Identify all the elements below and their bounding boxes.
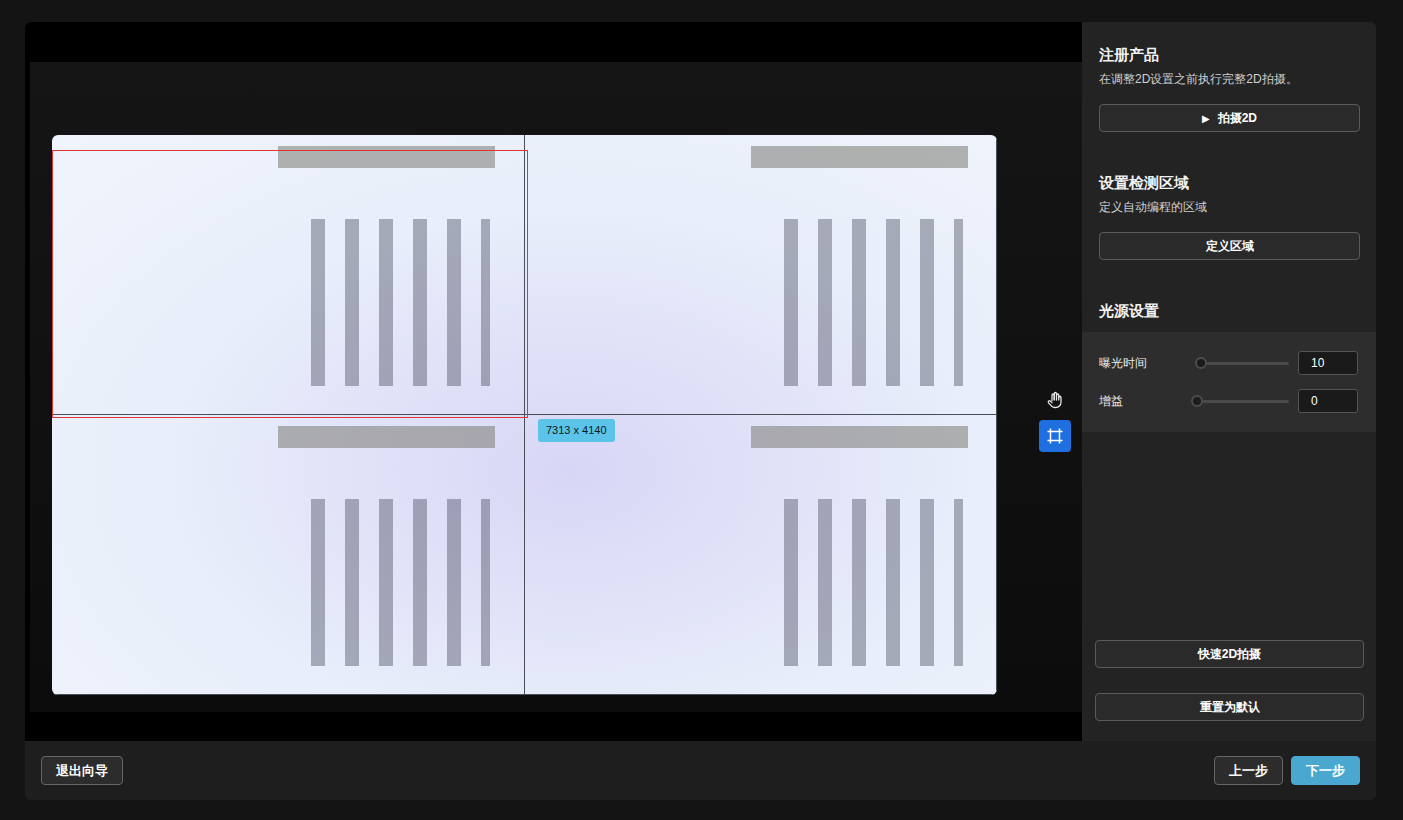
region-title: 设置检测区域 [1099, 174, 1360, 192]
slider-row: 曝光时间 [1099, 344, 1360, 382]
light-title: 光源设置 [1099, 302, 1360, 320]
define-region-button[interactable]: 定义区域 [1099, 232, 1360, 260]
next-button[interactable]: 下一步 [1291, 756, 1360, 786]
board-panel [525, 135, 998, 415]
board-panel [52, 415, 525, 695]
crop-icon [1046, 427, 1064, 445]
slider-value-input[interactable] [1298, 389, 1358, 413]
pan-tool[interactable] [1039, 384, 1071, 416]
panel-actions: 快速2D拍摄重置为默认 [1095, 640, 1364, 721]
selection-rectangle[interactable] [52, 150, 528, 418]
light-settings: 曝光时间增益 [1082, 332, 1376, 432]
region-description: 定义自动编程的区域 [1099, 198, 1360, 216]
selection-size-badge: 7313 x 4140 [538, 419, 615, 442]
slider-handle[interactable] [1195, 357, 1207, 369]
wizard-body: 7313 x 4140 注册产品在调整2D设置之前执行完整2D拍摄。 ▶ 拍摄2D 设置… [25, 22, 1376, 741]
slider-value-input[interactable] [1298, 351, 1358, 375]
prev-button[interactable]: 上一步 [1214, 756, 1283, 786]
slider-label: 增益 [1099, 392, 1197, 410]
panel-action-button[interactable]: 快速2D拍摄 [1095, 640, 1364, 668]
slider-track[interactable] [1197, 362, 1289, 365]
region-section: 设置检测区域定义自动编程的区域定义区域 [1099, 174, 1360, 260]
board-panel [52, 135, 525, 415]
slider-row: 增益 [1099, 382, 1360, 420]
wizard-window: 7313 x 4140 注册产品在调整2D设置之前执行完整2D拍摄。 ▶ 拍摄2D 设置… [25, 22, 1376, 800]
region-tool[interactable] [1039, 420, 1071, 452]
board-panel [525, 415, 998, 695]
hand-icon [1046, 391, 1064, 409]
canvas-toolbar [1038, 383, 1072, 453]
nav-buttons: 上一步下一步 [1214, 756, 1360, 786]
play-icon: ▶ [1202, 111, 1210, 126]
panel-action-button[interactable]: 重置为默认 [1095, 693, 1364, 721]
register-title: 注册产品 [1099, 46, 1360, 64]
settings-panel: 注册产品在调整2D设置之前执行完整2D拍摄。 ▶ 拍摄2D 设置检测区域定义自动编程的… [1082, 22, 1376, 741]
slider-label: 曝光时间 [1099, 354, 1197, 372]
image-canvas[interactable]: 7313 x 4140 [25, 22, 1082, 741]
slider-handle[interactable] [1191, 395, 1203, 407]
slider-track[interactable] [1197, 400, 1289, 403]
pcb-photo [52, 135, 997, 695]
wizard-footer: 退出向导 上一步下一步 [25, 741, 1376, 800]
register-description: 在调整2D设置之前执行完整2D拍摄。 [1099, 70, 1360, 88]
capture-2d-label: 拍摄2D [1218, 109, 1257, 127]
exit-wizard-button[interactable]: 退出向导 [41, 756, 123, 786]
capture-2d-button[interactable]: ▶ 拍摄2D [1099, 104, 1360, 132]
light-section: 光源设置曝光时间增益 [1099, 302, 1360, 432]
